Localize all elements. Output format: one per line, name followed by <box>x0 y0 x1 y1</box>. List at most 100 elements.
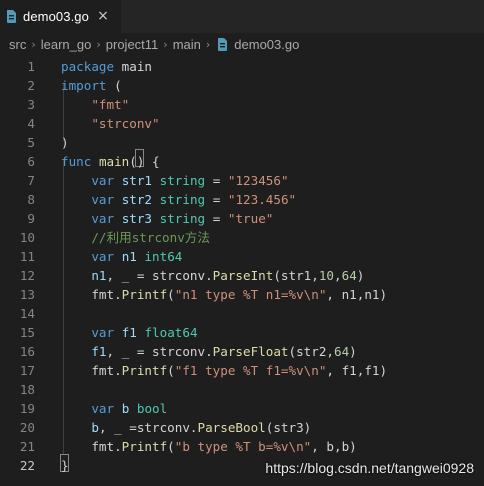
code-line[interactable]: 18 <box>0 380 484 399</box>
code-text: "fmt" <box>61 95 129 114</box>
line-number: 6 <box>27 154 35 169</box>
code-token: ParseInt <box>212 268 274 283</box>
code-line[interactable]: 12 n1, _ = strconv.ParseInt(str1,10,64) <box>0 266 484 285</box>
code-token: "fmt" <box>91 97 130 112</box>
line-number: 20 <box>19 420 35 435</box>
breadcrumb: src › learn_go › project11 › main › demo… <box>0 33 484 55</box>
code-token: n1 <box>121 249 137 264</box>
code-line[interactable]: 15 var f1 float64 <box>0 323 484 342</box>
code-token: "strconv" <box>91 116 160 131</box>
code-token: ) <box>61 135 69 150</box>
code-token: "f1 type %T f1=%v\n" <box>174 363 327 378</box>
line-number: 11 <box>19 249 35 264</box>
code-token: , b,b) <box>311 439 357 454</box>
line-number: 19 <box>19 401 35 416</box>
code-text: "strconv" <box>61 114 160 133</box>
code-text: f1, _ = strconv.ParseFloat(str2,64) <box>61 342 356 361</box>
code-line[interactable]: 13 fmt.Printf("n1 type %T n1=%v\n", n1,n… <box>0 285 484 304</box>
line-number: 1 <box>27 59 35 74</box>
code-line[interactable]: 14 <box>0 304 484 323</box>
line-number: 17 <box>19 363 35 378</box>
watermark: https://blog.csdn.net/tangwei0928 <box>265 460 474 476</box>
code-line[interactable]: 6 func main() { <box>0 152 484 171</box>
line-number: 18 <box>19 382 35 397</box>
code-token: str3 <box>121 211 153 226</box>
code-token: string <box>159 192 206 207</box>
code-line[interactable]: 1 package main <box>0 57 484 76</box>
code-line[interactable]: 19 var b bool <box>0 399 484 418</box>
code-line[interactable]: 11 var n1 int64 <box>0 247 484 266</box>
code-line[interactable]: 3 "fmt" <box>0 95 484 114</box>
tab-demo03-go[interactable]: demo03.go × <box>0 0 122 33</box>
code-token: ) <box>356 268 365 283</box>
breadcrumb-learn-go[interactable]: learn_go <box>41 37 92 52</box>
code-line[interactable]: 5) <box>0 133 484 152</box>
code-token: "true" <box>227 211 274 226</box>
line-number: 12 <box>19 268 35 283</box>
code-line[interactable]: 7 var str1 string = "123456" <box>0 171 484 190</box>
code-line[interactable]: 21 fmt.Printf("b type %T b=%v\n", b,b) <box>0 437 484 456</box>
close-icon[interactable]: × <box>96 9 110 23</box>
code-line[interactable]: 9 var str3 string = "true" <box>0 209 484 228</box>
line-number: 3 <box>27 97 35 112</box>
code-token: , _ = strconv. <box>106 268 213 283</box>
code-token: Printf <box>121 287 168 302</box>
code-text: package main <box>61 57 152 76</box>
breadcrumb-project11[interactable]: project11 <box>106 37 159 52</box>
code-token: package <box>61 59 115 74</box>
code-token: } <box>61 458 69 473</box>
code-token: (str1, <box>273 268 319 283</box>
line-number: 7 <box>27 173 35 188</box>
code-token: f1 <box>121 325 137 340</box>
code-text: b, _ =strconv.ParseBool(str3) <box>61 418 311 437</box>
code-text: fmt.Printf("b type %T b=%v\n", b,b) <box>61 437 357 456</box>
code-text: } <box>61 456 69 475</box>
line-number: 8 <box>27 192 35 207</box>
code-token: , <box>334 268 342 283</box>
tab-label: demo03.go <box>23 9 89 24</box>
code-line[interactable]: 10 //利用strconv方法 <box>0 228 484 247</box>
line-number: 13 <box>19 287 35 302</box>
line-number: 9 <box>27 211 35 226</box>
chevron-right-icon: › <box>163 37 168 51</box>
breadcrumb-file[interactable]: demo03.go <box>215 37 299 52</box>
line-number: 21 <box>19 439 35 454</box>
code-line[interactable]: 4 "strconv" <box>0 114 484 133</box>
code-token: main <box>98 154 130 169</box>
code-line[interactable]: 2 import ( <box>0 76 484 95</box>
breadcrumb-src[interactable]: src <box>9 37 26 52</box>
chevron-right-icon: › <box>96 37 101 51</box>
breadcrumb-main[interactable]: main <box>173 37 201 52</box>
code-token: ParseBool <box>197 420 266 435</box>
code-line[interactable]: 20 b, _ =strconv.ParseBool(str3) <box>0 418 484 437</box>
chevron-right-icon: › <box>31 37 36 51</box>
code-line[interactable]: 17 fmt.Printf("f1 type %T f1=%v\n", f1,f… <box>0 361 484 380</box>
code-text: //利用strconv方法 <box>61 228 210 247</box>
code-token: f1 <box>91 344 107 359</box>
code-token: Printf <box>121 439 168 454</box>
code-token: "b type %T b=%v\n" <box>174 439 312 454</box>
code-token: , n1,n1) <box>326 287 388 302</box>
code-text: var f1 float64 <box>61 323 197 342</box>
code-line[interactable]: 16 f1, _ = strconv.ParseFloat(str2,64) <box>0 342 484 361</box>
line-number: 5 <box>27 135 35 150</box>
code-editor[interactable]: 1 package main 2 import (3 "fmt" 4 "strconv"… <box>0 55 484 486</box>
code-token: Printf <box>121 363 168 378</box>
code-line[interactable]: 8 var str2 string = "123.456" <box>0 190 484 209</box>
code-text: var str1 string = "123456" <box>61 171 288 190</box>
code-token: var <box>91 211 115 226</box>
code-token: str2 <box>121 192 153 207</box>
code-token: fmt. <box>61 287 122 302</box>
code-token: var <box>91 325 115 340</box>
code-token: 10 <box>318 268 335 283</box>
